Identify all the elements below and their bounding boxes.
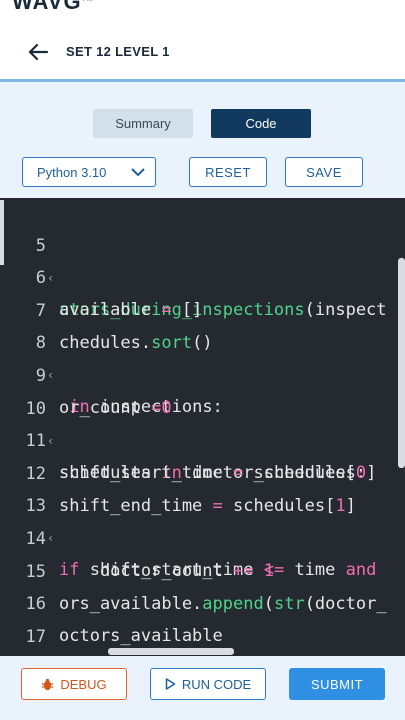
code-line: 10 ‹ schedules in doctor_schedules: xyxy=(0,361,405,483)
code-line: 6 available = [] xyxy=(0,230,405,320)
chevron-down-icon xyxy=(131,168,145,177)
bug-icon xyxy=(42,678,54,690)
code-line: 16 octors_available xyxy=(0,556,405,646)
code-line: 11 shift_start_time = schedules[0] xyxy=(0,393,405,483)
header-bar xyxy=(0,12,405,82)
code-line: 13 ‹ if shift_start_time <= time and xyxy=(0,458,405,580)
code-line: 12 shift_end_time = schedules[1] xyxy=(0,426,405,516)
vertical-scrollbar[interactable] xyxy=(398,258,405,468)
tab-summary[interactable]: Summary xyxy=(93,109,193,138)
arrow-left-icon[interactable] xyxy=(26,40,50,64)
page-title: SET 12 LEVEL 1 xyxy=(66,44,170,59)
run-code-label: RUN CODE xyxy=(181,676,252,692)
reset-button[interactable]: RESET xyxy=(189,157,267,187)
submit-button[interactable]: SUBMIT xyxy=(289,668,385,700)
app-logo: WAVGTM xyxy=(12,0,94,12)
code-line: 5 ‹ ctors_during_inspections(inspect xyxy=(0,198,405,320)
editor-edge-scrollbar[interactable] xyxy=(0,200,4,265)
run-code-button[interactable]: RUN CODE xyxy=(150,668,266,700)
tab-code[interactable]: Code xyxy=(211,109,311,138)
save-button[interactable]: SAVE xyxy=(285,157,363,187)
language-select[interactable]: Python 3.10 xyxy=(22,157,156,187)
code-line: 15 ors_available.append(str(doctor_ xyxy=(0,524,405,614)
code-line: 7 chedules.sort() xyxy=(0,263,405,353)
code-line: 9 or_count =0 xyxy=(0,328,405,418)
horizontal-scrollbar[interactable] xyxy=(108,648,234,655)
language-select-value: Python 3.10 xyxy=(37,164,107,180)
play-icon xyxy=(165,678,176,690)
code-line: 8 ‹ in inspections: xyxy=(0,295,405,417)
debug-button[interactable]: DEBUG xyxy=(21,668,127,700)
code-line: 14 doctor_count += 1 xyxy=(0,491,405,581)
logo-strip: WAVGTM xyxy=(0,0,405,12)
code-editor[interactable]: 5 ‹ ctors_during_inspections(inspect 6 a… xyxy=(0,198,405,656)
code-line: 17 ‹ xyxy=(0,589,405,647)
debug-label: DEBUG xyxy=(60,676,107,692)
